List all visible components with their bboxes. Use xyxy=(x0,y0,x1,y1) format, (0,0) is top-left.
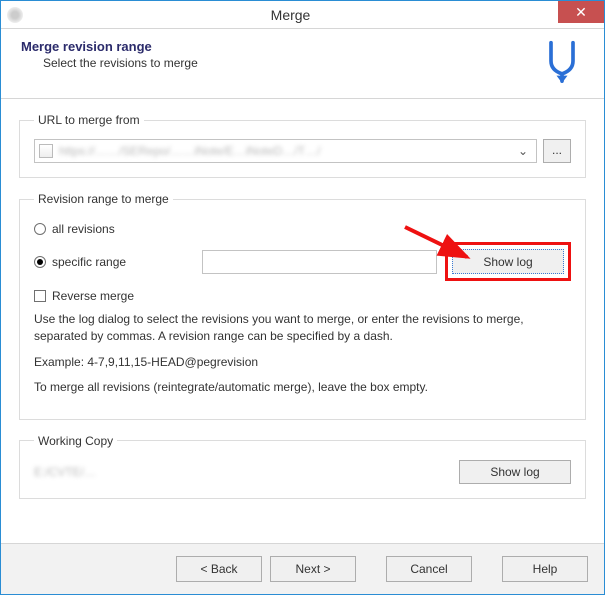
wizard-footer: < Back Next > Cancel Help xyxy=(1,543,604,594)
cancel-button[interactable]: Cancel xyxy=(386,556,472,582)
window-title: Merge xyxy=(23,7,558,23)
help-text-2: Example: 4-7,9,11,15-HEAD@pegrevision xyxy=(34,354,571,371)
wizard-header: Merge revision range Select the revision… xyxy=(1,29,604,99)
help-button[interactable]: Help xyxy=(502,556,588,582)
document-icon xyxy=(39,144,53,158)
highlight-annotation: Show log xyxy=(445,242,571,281)
radio-icon xyxy=(34,256,46,268)
revision-range-label: Revision range to merge xyxy=(34,192,173,206)
url-value: https://……/SERepo/……iNote/E…iNoteD…/T…/ xyxy=(59,144,514,158)
back-button[interactable]: < Back xyxy=(176,556,262,582)
next-button[interactable]: Next > xyxy=(270,556,356,582)
merge-icon xyxy=(540,39,584,86)
url-to-merge-combobox[interactable]: https://……/SERepo/……iNote/E…iNoteD…/T…/ … xyxy=(34,139,537,163)
close-button[interactable]: ✕ xyxy=(558,1,604,23)
url-group-label: URL to merge from xyxy=(34,113,144,127)
app-icon xyxy=(7,7,23,23)
help-text-1: Use the log dialog to select the revisio… xyxy=(34,311,571,346)
radio-specific-label: specific range xyxy=(52,255,126,269)
reverse-merge-label: Reverse merge xyxy=(52,289,134,303)
titlebar: Merge ✕ xyxy=(1,1,604,29)
checkbox-icon xyxy=(34,290,46,302)
page-subtitle: Select the revisions to merge xyxy=(43,56,540,70)
help-text-3: To merge all revisions (reintegrate/auto… xyxy=(34,379,571,396)
show-log-button[interactable]: Show log xyxy=(452,249,564,274)
reverse-merge-checkbox[interactable]: Reverse merge xyxy=(34,289,571,303)
revision-range-group: Revision range to merge all revisions sp… xyxy=(19,192,586,420)
browse-url-button[interactable]: ... xyxy=(543,139,571,163)
radio-all-label: all revisions xyxy=(52,222,115,236)
url-group: URL to merge from https://……/SERepo/……iN… xyxy=(19,113,586,178)
working-copy-path: E:/CVTE/… xyxy=(34,465,459,479)
merge-dialog: Merge ✕ Merge revision range Select the … xyxy=(0,0,605,595)
revision-range-input[interactable] xyxy=(202,250,437,274)
radio-icon xyxy=(34,223,46,235)
working-copy-group: Working Copy E:/CVTE/… Show log xyxy=(19,434,586,499)
chevron-down-icon[interactable]: ⌄ xyxy=(514,144,532,158)
page-title: Merge revision range xyxy=(21,39,540,54)
working-copy-label: Working Copy xyxy=(34,434,117,448)
working-copy-show-log-button[interactable]: Show log xyxy=(459,460,571,484)
radio-specific-range[interactable]: specific range xyxy=(34,255,194,269)
radio-all-revisions[interactable]: all revisions xyxy=(34,222,571,236)
